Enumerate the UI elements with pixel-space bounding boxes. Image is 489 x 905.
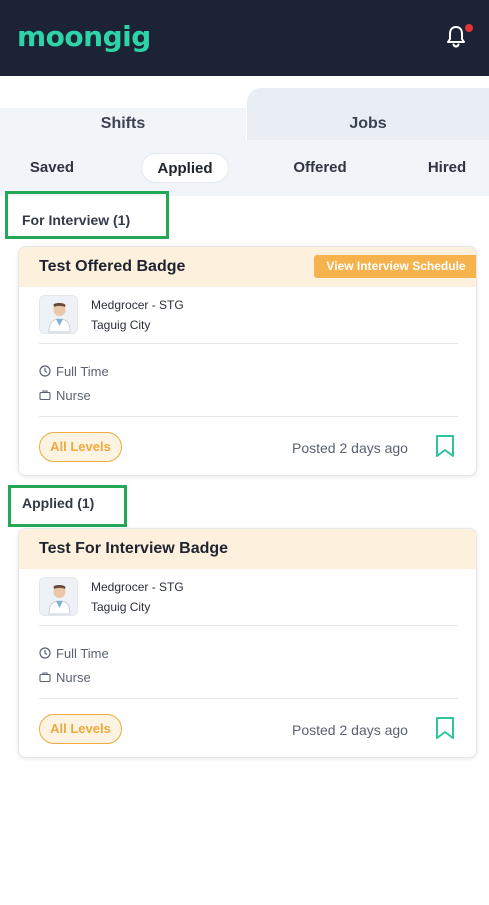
employment-type-label: Full Time: [56, 364, 109, 379]
company-avatar: [39, 577, 78, 616]
employment-type: Full Time: [39, 646, 109, 662]
notification-dot: [465, 24, 473, 32]
subtab-hired[interactable]: Hired: [418, 153, 476, 183]
job-card[interactable]: Test Offered Badge View Interview Schedu…: [18, 246, 477, 476]
job-role: Nurse: [39, 670, 91, 686]
level-badge: All Levels: [39, 432, 122, 462]
clock-icon: [39, 647, 51, 659]
company-avatar: [39, 295, 78, 334]
posted-date: Posted 2 days ago: [292, 440, 408, 456]
job-title: Test For Interview Badge: [39, 540, 229, 557]
briefcase-icon: [39, 672, 51, 683]
divider: [39, 698, 458, 699]
section-title-for-interview: For Interview (1): [22, 212, 131, 228]
bookmark-icon[interactable]: [435, 716, 455, 740]
tab-shifts-label: Shifts: [100, 115, 146, 132]
divider: [39, 625, 458, 626]
job-role-label: Nurse: [56, 670, 91, 685]
divider: [39, 343, 458, 344]
company-location: Taguig City: [91, 600, 151, 614]
job-card[interactable]: Test For Interview Badge Medgrocer - STG…: [18, 528, 477, 758]
job-title: Test Offered Badge: [39, 258, 186, 275]
subtab-saved[interactable]: Saved: [14, 153, 90, 183]
clock-icon: [39, 365, 51, 377]
employment-type: Full Time: [39, 364, 109, 380]
subtab-applied[interactable]: Applied: [141, 153, 229, 183]
briefcase-icon: [39, 390, 51, 401]
section-title-applied: Applied (1): [22, 495, 95, 511]
company-name: Medgrocer - STG: [91, 298, 184, 312]
posted-date: Posted 2 days ago: [292, 722, 408, 738]
tab-jobs[interactable]: Jobs: [247, 88, 489, 140]
company-location: Taguig City: [91, 318, 151, 332]
level-badge: All Levels: [39, 714, 122, 744]
tab-jobs-label: Jobs: [349, 115, 387, 132]
tab-shifts[interactable]: Shifts: [0, 108, 246, 140]
job-role: Nurse: [39, 388, 91, 404]
divider: [39, 416, 458, 417]
bookmark-icon[interactable]: [435, 434, 455, 458]
job-role-label: Nurse: [56, 388, 91, 403]
employment-type-label: Full Time: [56, 646, 109, 661]
subtab-offered[interactable]: Offered: [280, 153, 360, 183]
view-interview-schedule-button[interactable]: View Interview Schedule: [314, 255, 476, 278]
company-name: Medgrocer - STG: [91, 580, 184, 594]
app-logo[interactable]: moongig: [17, 19, 151, 55]
